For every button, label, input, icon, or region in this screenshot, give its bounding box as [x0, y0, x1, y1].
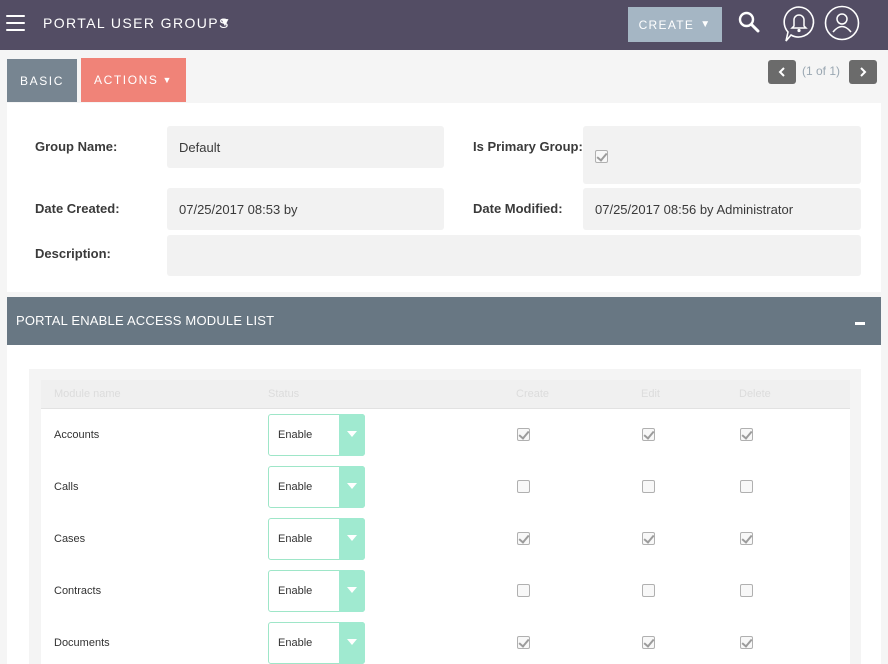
delete-checkbox[interactable]: [740, 532, 753, 545]
chevron-left-icon: [778, 67, 785, 77]
description-label: Description:: [35, 246, 111, 261]
next-record-button[interactable]: [849, 60, 877, 84]
table-row: Calls Enable: [41, 461, 850, 513]
table-row: Documents Enable: [41, 617, 850, 664]
date-created-label: Date Created:: [35, 201, 120, 216]
column-header-delete[interactable]: Delete: [739, 388, 771, 400]
group-name-label: Group Name:: [35, 139, 118, 154]
chevron-down-icon: [339, 570, 365, 612]
is-primary-group-field: [583, 126, 861, 184]
status-select-value: Enable: [278, 429, 313, 441]
delete-checkbox[interactable]: [740, 428, 753, 441]
chevron-down-icon: [339, 466, 365, 508]
module-title-caret[interactable]: ▼: [219, 15, 231, 29]
edit-checkbox[interactable]: [642, 584, 655, 597]
module-name: Accounts: [54, 429, 100, 441]
status-select-value: Enable: [278, 637, 313, 649]
table-row: Accounts Enable: [41, 409, 850, 461]
date-modified-field: 07/25/2017 08:56 by Administrator: [583, 188, 861, 230]
table-row: Cases Enable: [41, 513, 850, 565]
date-modified-label: Date Modified:: [473, 201, 563, 216]
date-created-field: 07/25/2017 08:53 by: [167, 188, 444, 230]
description-field: [167, 235, 861, 276]
module-name: Documents: [54, 637, 110, 649]
create-button-label: CREATE: [638, 17, 695, 32]
edit-checkbox[interactable]: [642, 428, 655, 441]
column-header-status[interactable]: Status: [268, 388, 299, 400]
create-caret: ▼: [700, 19, 712, 30]
create-checkbox[interactable]: [517, 480, 530, 493]
column-header-module-name[interactable]: Module name: [54, 388, 121, 400]
create-checkbox[interactable]: [517, 428, 530, 441]
chevron-right-icon: [860, 67, 867, 77]
bell-icon[interactable]: [782, 5, 816, 43]
create-checkbox[interactable]: [517, 636, 530, 649]
chevron-down-icon: [339, 518, 365, 560]
delete-checkbox[interactable]: [740, 584, 753, 597]
status-select-value: Enable: [278, 585, 313, 597]
delete-checkbox[interactable]: [740, 636, 753, 649]
module-title[interactable]: PORTAL USER GROUPS: [43, 15, 230, 31]
column-header-edit[interactable]: Edit: [641, 388, 660, 400]
status-select[interactable]: Enable: [268, 622, 365, 664]
tab-actions-label: ACTIONS: [93, 73, 159, 87]
top-navbar: PORTAL USER GROUPS ▼ CREATE ▼: [0, 0, 888, 50]
status-select-value: Enable: [278, 481, 313, 493]
column-header-create[interactable]: Create: [516, 388, 549, 400]
status-select-value: Enable: [278, 533, 313, 545]
status-select[interactable]: Enable: [268, 466, 365, 508]
create-button[interactable]: CREATE ▼: [628, 7, 722, 42]
previous-record-button[interactable]: [768, 60, 796, 84]
create-checkbox[interactable]: [517, 532, 530, 545]
status-select[interactable]: Enable: [268, 414, 365, 456]
module-name: Calls: [54, 481, 79, 493]
status-select[interactable]: Enable: [268, 518, 365, 560]
module-list-header[interactable]: PORTAL ENABLE ACCESS MODULE LIST: [7, 297, 881, 345]
edit-checkbox[interactable]: [642, 636, 655, 649]
hamburger-icon[interactable]: [6, 15, 25, 31]
group-name-field: Default: [167, 126, 444, 168]
create-checkbox[interactable]: [517, 584, 530, 597]
module-name: Contracts: [54, 585, 102, 597]
pagination-info: (1 of 1): [802, 64, 841, 78]
search-icon[interactable]: [738, 11, 760, 33]
module-name: Cases: [54, 533, 86, 545]
edit-checkbox[interactable]: [642, 532, 655, 545]
actions-caret: ▼: [162, 75, 174, 85]
table-row: Contracts Enable: [41, 565, 850, 617]
delete-checkbox[interactable]: [740, 480, 753, 493]
chevron-down-icon: [339, 622, 365, 664]
status-select[interactable]: Enable: [268, 570, 365, 612]
is-primary-group-checkbox[interactable]: [595, 150, 608, 163]
minus-icon[interactable]: [855, 322, 865, 325]
tab-basic[interactable]: BASIC: [7, 59, 77, 102]
edit-checkbox[interactable]: [642, 480, 655, 493]
tab-actions[interactable]: ACTIONS ▼: [81, 58, 186, 102]
user-icon[interactable]: [824, 5, 860, 41]
module-table-header: Module name Status Create Edit Delete: [41, 380, 850, 409]
module-list-title: PORTAL ENABLE ACCESS MODULE LIST: [16, 313, 275, 328]
chevron-down-icon: [339, 414, 365, 456]
is-primary-group-label: Is Primary Group:: [473, 139, 583, 154]
